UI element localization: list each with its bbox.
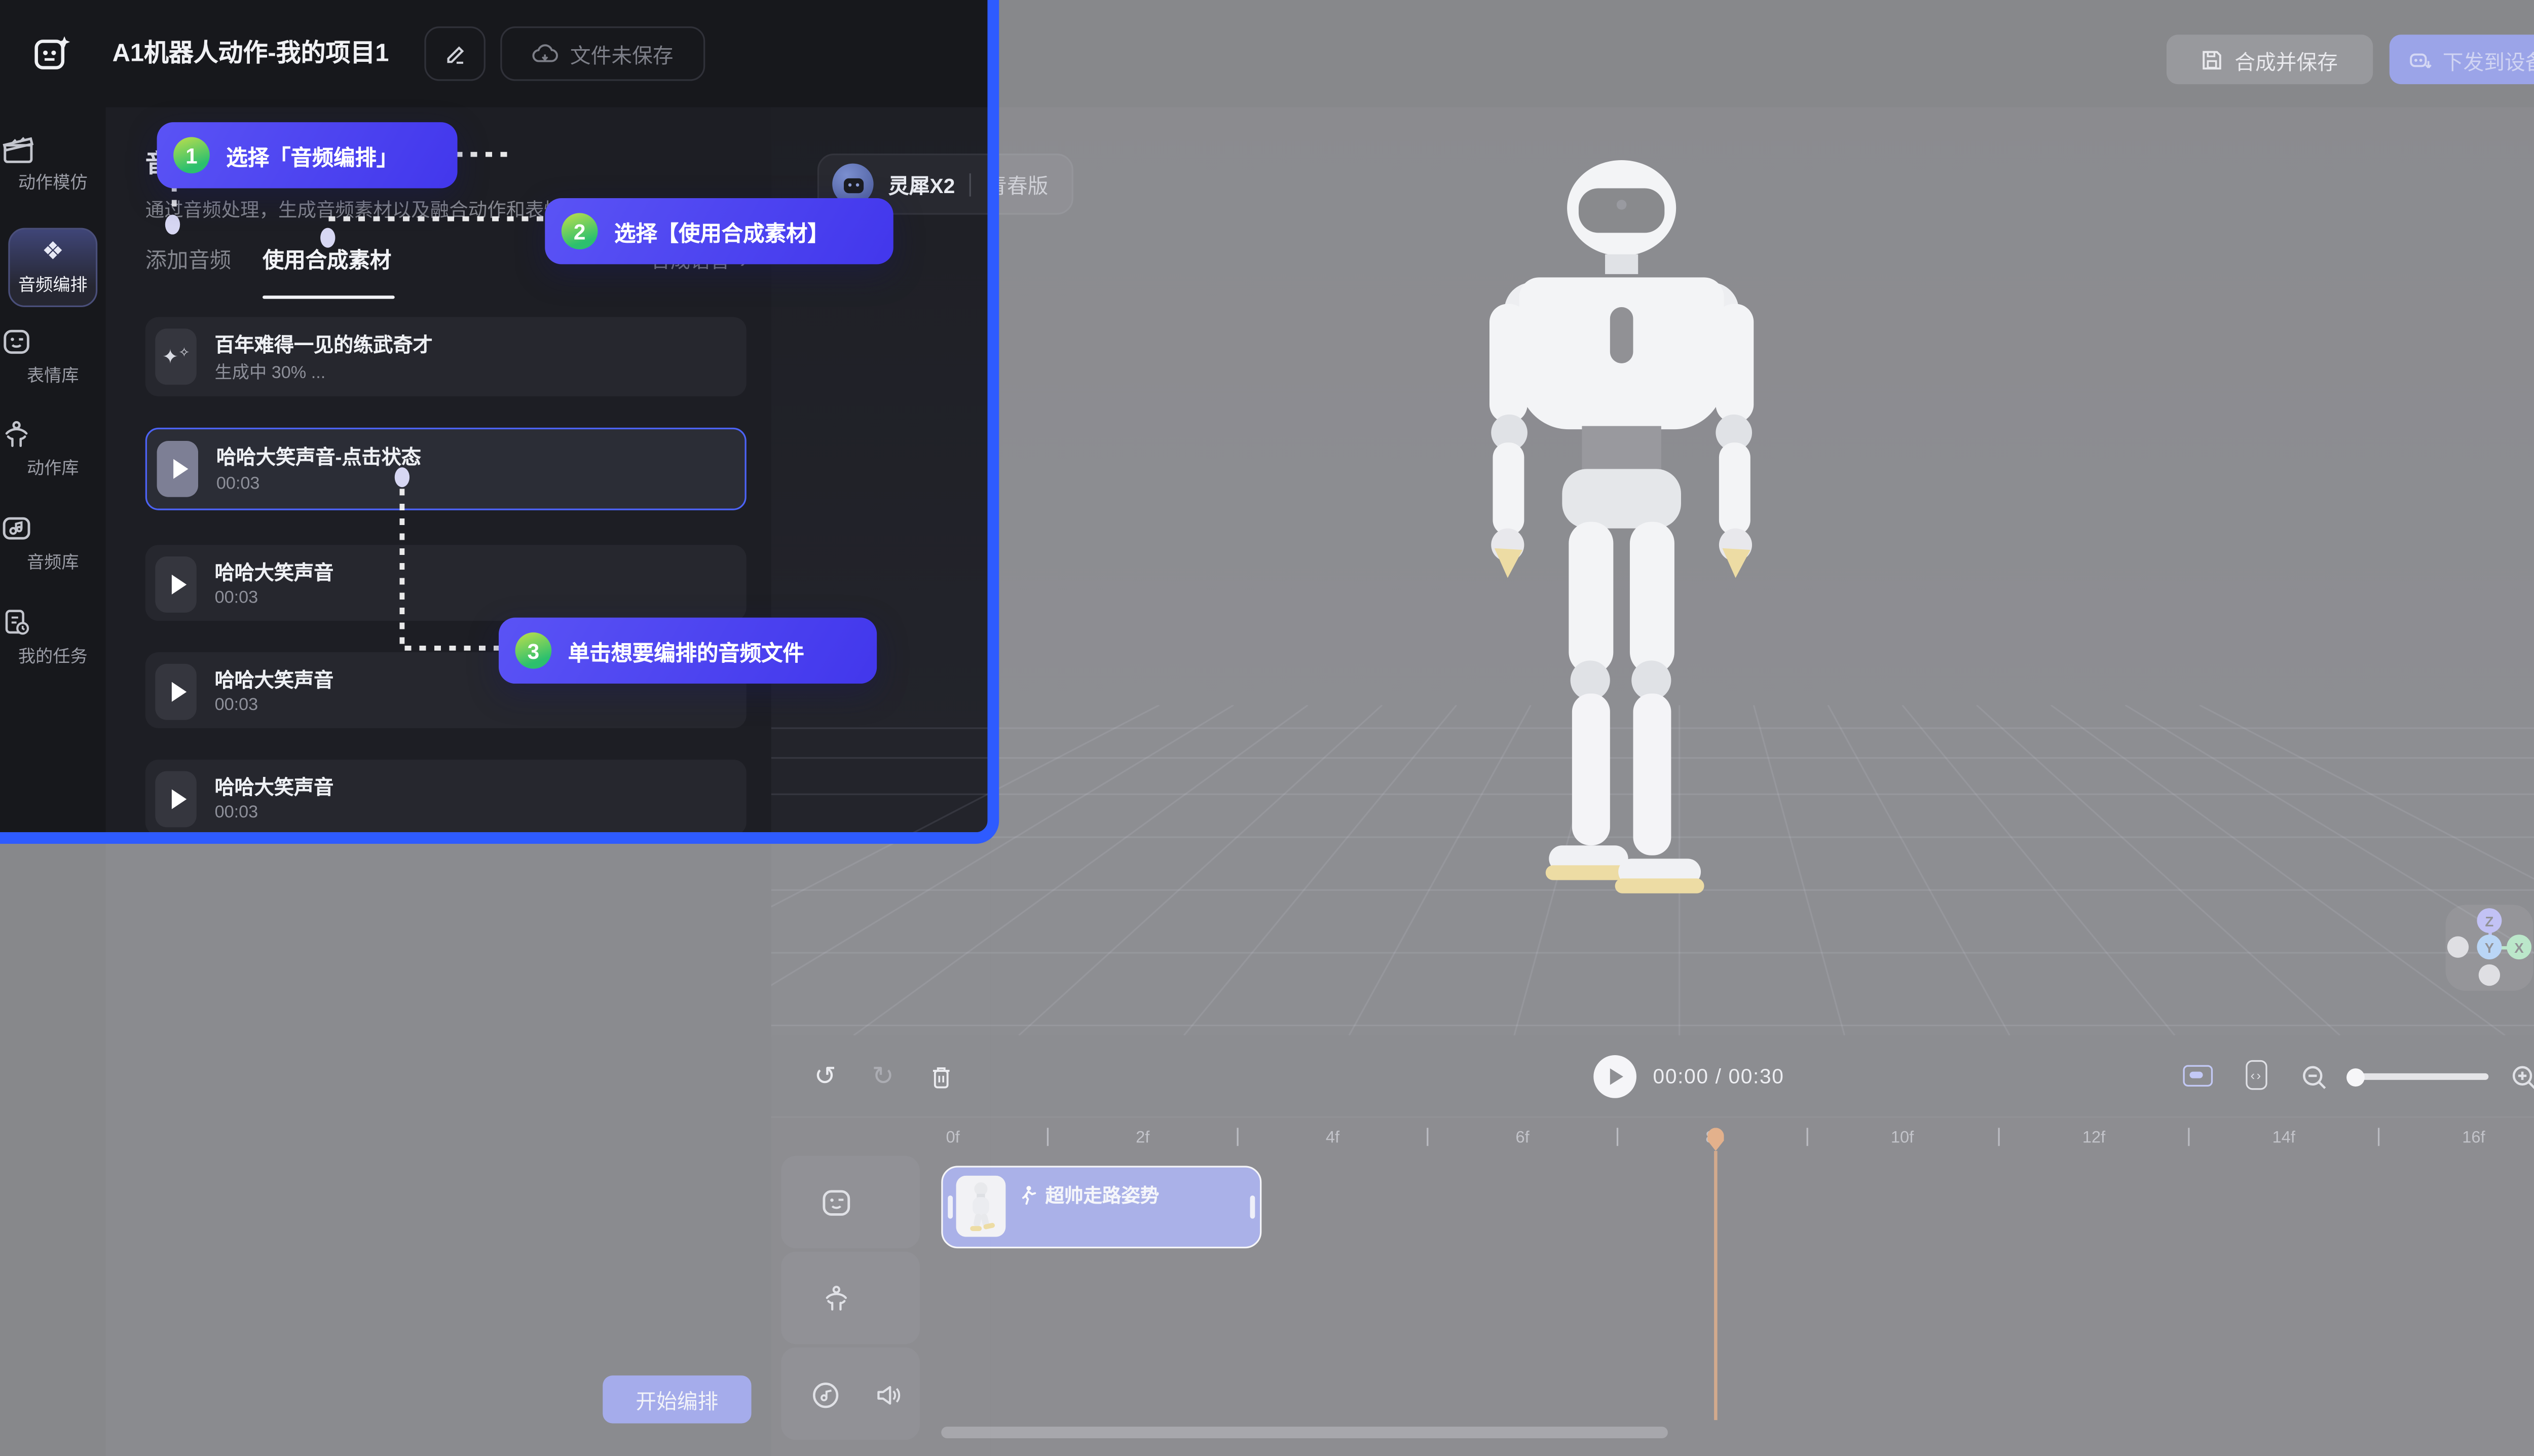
tutorial-connector-dot [395,467,409,487]
step-number-badge: 2 [562,213,598,249]
app-window: A1机器人动作-我的项目1 文件未保存 合成并保存 下发到设备 动作模仿 ❖ 音… [0,0,2534,1456]
tutorial-connector-3 [404,646,499,651]
tutorial-connector-dot [320,228,335,248]
screenshot-root: A1机器人动作-我的项目1 文件未保存 合成并保存 下发到设备 动作模仿 ❖ 音… [0,0,2534,1456]
tutorial-spotlight-border [0,0,999,844]
tutorial-step-2: 2 选择【使用合成素材】 [545,198,893,264]
step-number-badge: 1 [173,137,210,173]
step-number-badge: 3 [515,632,552,669]
tutorial-connector-2 [328,216,545,221]
tutorial-dim-overlay [991,0,2534,1456]
step-text: 选择「音频编排」 [226,139,398,171]
tutorial-connector-dot [165,215,180,235]
tutorial-step-1: 1 选择「音频编排」 [157,122,458,188]
tutorial-connector-3 [400,489,405,647]
tutorial-step-3: 3 单击想要编排的音频文件 [499,618,877,684]
tutorial-dim-overlay [0,832,991,1456]
step-text: 单击想要编排的音频文件 [568,635,804,666]
step-text: 选择【使用合成素材】 [614,215,829,247]
